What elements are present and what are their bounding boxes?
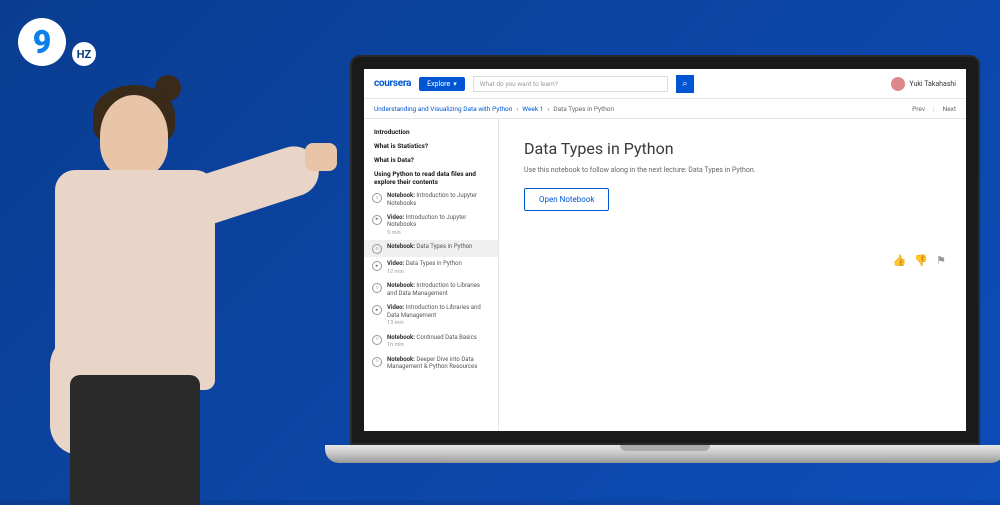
sidebar-item[interactable]: ▸ Video: Introduction to Libraries and Da… [364, 301, 498, 331]
sidebar-section-python[interactable]: Using Python to read data files and expl… [364, 167, 498, 189]
brand-logo-sub: HZ [72, 42, 96, 66]
search-icon: ⌕ [683, 79, 688, 89]
sidebar-section-statistics[interactable]: What is Statistics? [364, 139, 498, 153]
feedback-bar: 👍 👎 ⚑ [893, 254, 946, 267]
circle-icon: ○ [372, 283, 382, 293]
circle-icon: ○ [372, 357, 382, 367]
play-icon: ▸ [372, 261, 382, 271]
laptop-frame: coursera Explore ▾ What do you want to l… [350, 55, 980, 480]
sidebar-item[interactable]: ○ Notebook: Deeper Dive into Data Managem… [364, 353, 498, 375]
play-icon: ▸ [372, 305, 382, 315]
chevron-down-icon: ▾ [453, 80, 457, 88]
lesson-sidebar[interactable]: Introduction What is Statistics? What is… [364, 119, 499, 431]
user-menu[interactable]: Yuki Takahashi [891, 77, 956, 91]
sidebar-item-label: Notebook: Data Types in Python [387, 243, 490, 251]
sidebar-item-label: Video: Data Types in Python [387, 260, 490, 268]
sidebar-item[interactable]: ○ Notebook: Data Types in Python [364, 240, 498, 257]
sidebar-item-duration: 12 min [387, 269, 490, 276]
search-button[interactable]: ⌕ [676, 75, 694, 93]
open-notebook-button[interactable]: Open Notebook [524, 188, 609, 211]
circle-icon: ○ [372, 244, 382, 254]
sidebar-item-label: Notebook: Introduction to Libraries and … [387, 282, 490, 298]
user-name: Yuki Takahashi [909, 80, 956, 88]
breadcrumb-course[interactable]: Understanding and Visualizing Data with … [374, 105, 512, 113]
play-icon: ▸ [372, 215, 382, 225]
breadcrumb-sep: › [516, 105, 518, 113]
sidebar-item[interactable]: ▸ Video: Data Types in Python12 min [364, 257, 498, 279]
avatar [891, 77, 905, 91]
thumbs-down-icon[interactable]: 👎 [914, 254, 928, 267]
breadcrumb-bar: Understanding and Visualizing Data with … [364, 99, 966, 119]
sidebar-section-introduction[interactable]: Introduction [364, 125, 498, 139]
sidebar-item-duration: 1h min [387, 342, 490, 349]
sidebar-section-data[interactable]: What is Data? [364, 153, 498, 167]
sidebar-item-duration: 13 min [387, 320, 490, 327]
flag-icon[interactable]: ⚑ [936, 254, 946, 267]
sidebar-item-label: Notebook: Introduction to Jupyter Notebo… [387, 192, 490, 208]
explore-button[interactable]: Explore ▾ [419, 77, 465, 91]
sidebar-item[interactable]: ○ Notebook: Continued Data Basics1h min [364, 331, 498, 353]
sidebar-item[interactable]: ▸ Video: Introduction to Jupyter Notebook… [364, 211, 498, 241]
sidebar-item[interactable]: ○ Notebook: Introduction to Libraries and… [364, 279, 498, 301]
page-description: Use this notebook to follow along in the… [524, 166, 941, 174]
breadcrumb: Understanding and Visualizing Data with … [374, 105, 614, 113]
next-button[interactable]: Next [943, 105, 956, 113]
sidebar-item-label: Notebook: Deeper Dive into Data Manageme… [387, 356, 490, 372]
app-header: coursera Explore ▾ What do you want to l… [364, 69, 966, 99]
sidebar-item-label: Video: Introduction to Jupyter Notebooks [387, 214, 490, 230]
sidebar-item-label: Video: Introduction to Libraries and Dat… [387, 304, 490, 320]
presenter-person [15, 75, 295, 500]
coursera-logo[interactable]: coursera [374, 78, 411, 89]
nav-prev-next: Prev | Next [912, 105, 956, 113]
breadcrumb-week[interactable]: Week 1 [522, 105, 543, 113]
circle-icon: ○ [372, 193, 382, 203]
sidebar-item[interactable]: ○ Notebook: Introduction to Jupyter Noteb… [364, 189, 498, 211]
search-input[interactable]: What do you want to learn? [473, 76, 668, 92]
prev-button[interactable]: Prev [912, 105, 925, 113]
sidebar-item-duration: 5 min [387, 230, 490, 237]
explore-label: Explore [427, 80, 450, 88]
brand-logo-main: 9 [18, 18, 66, 66]
laptop-base [325, 445, 1000, 463]
breadcrumb-current: Data Types in Python [553, 105, 614, 113]
circle-icon: ○ [372, 335, 382, 345]
breadcrumb-sep: › [547, 105, 549, 113]
main-content: Data Types in Python Use this notebook t… [499, 119, 966, 431]
sidebar-item-label: Notebook: Continued Data Basics [387, 334, 490, 342]
page-title: Data Types in Python [524, 139, 941, 158]
thumbs-up-icon[interactable]: 👍 [893, 254, 907, 267]
brand-logo-9hz: 9 HZ [18, 18, 96, 66]
